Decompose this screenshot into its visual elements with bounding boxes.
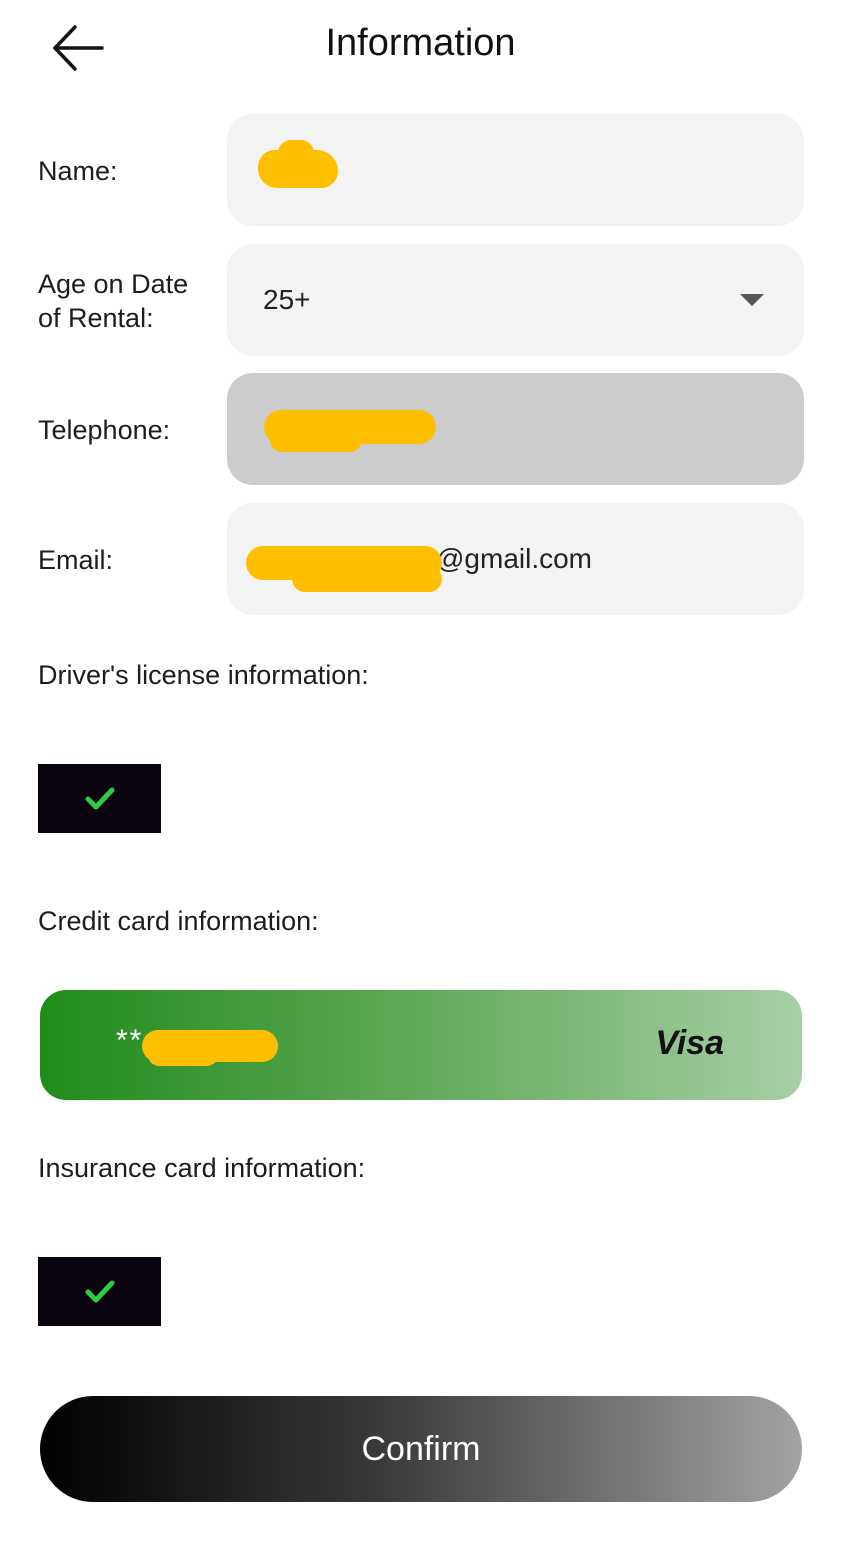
age-label: Age on Date of Rental: (38, 267, 188, 335)
name-label: Name: (38, 156, 118, 186)
email-label: Email: (38, 545, 114, 575)
age-label-line1: Age on Date (38, 269, 189, 299)
credit-card-label: Credit card information: (38, 906, 319, 936)
check-icon (85, 787, 114, 809)
insurance-card-status[interactable] (38, 1257, 161, 1326)
redaction-mark (270, 428, 362, 452)
age-label-line2: of Rental: (38, 303, 154, 333)
email-value: @gmail.com (436, 543, 593, 574)
telephone-label: Telephone: (38, 415, 171, 445)
confirm-button[interactable]: Confirm (40, 1396, 802, 1502)
redaction-mark (148, 1044, 218, 1066)
card-number: ** (116, 1024, 144, 1057)
drivers-license-label: Driver's license information: (38, 660, 369, 690)
age-select[interactable]: 25+ (227, 244, 804, 356)
caret-down-icon (740, 294, 764, 306)
drivers-license-status[interactable] (38, 764, 161, 833)
redaction-mark (278, 140, 314, 166)
check-icon (85, 1280, 114, 1302)
page-title: Information (325, 22, 516, 64)
redaction-mark (292, 566, 442, 592)
age-value: 25+ (263, 284, 311, 315)
card-brand: Visa (655, 1024, 724, 1062)
insurance-card-label: Insurance card information: (38, 1153, 366, 1183)
